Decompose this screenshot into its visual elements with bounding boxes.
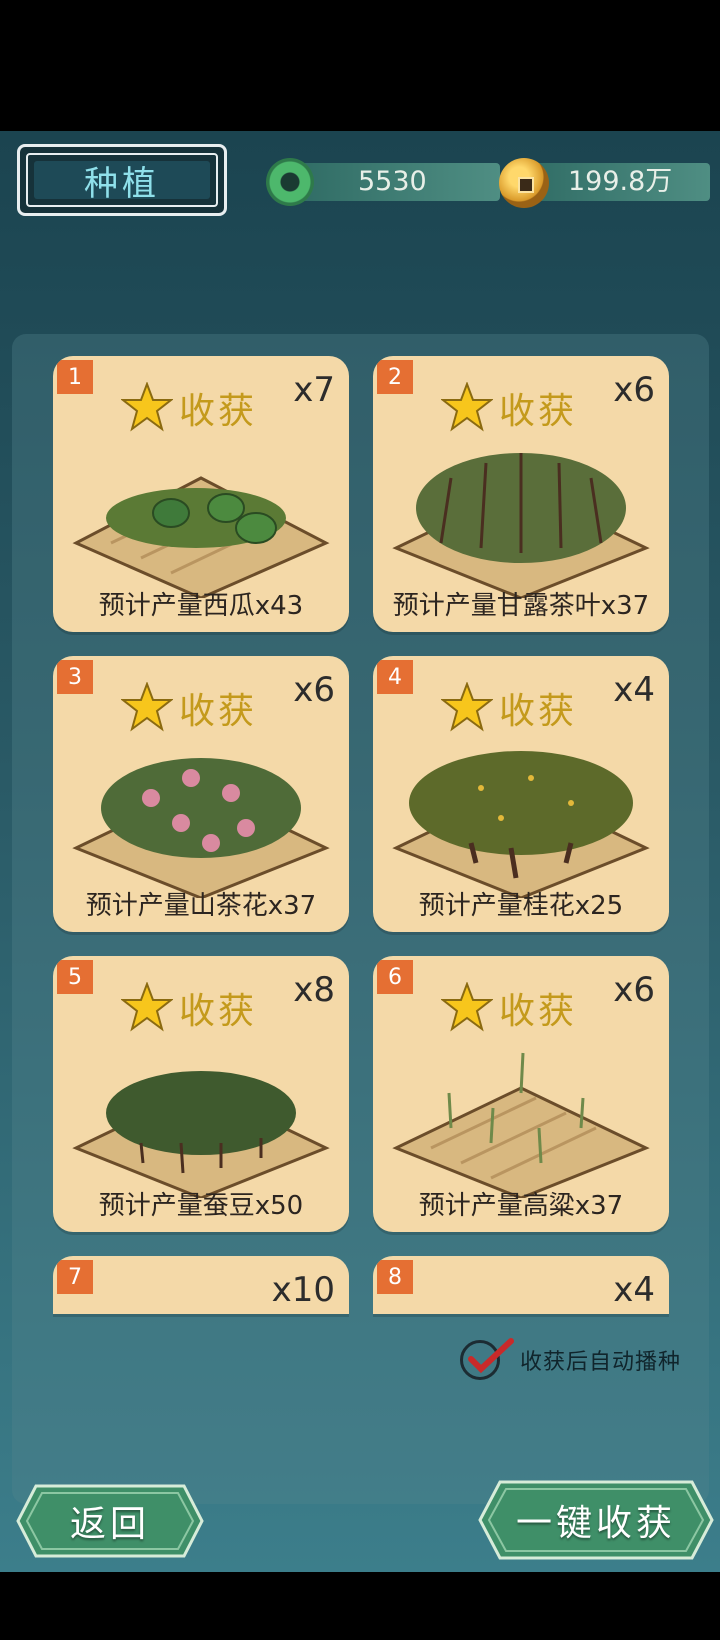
plot-count: x6 xyxy=(293,670,335,710)
plot-card-3[interactable]: 3 收获 x6 预计产量山茶花x37 xyxy=(53,656,349,932)
yield-text: 预计产量蚕豆x50 xyxy=(98,1191,304,1221)
plot-count: x8 xyxy=(293,970,335,1010)
coin-icon xyxy=(499,158,549,208)
plot-index-badge: 4 xyxy=(377,660,413,694)
yield-text: 预计产量桂花x25 xyxy=(418,891,624,921)
harvest-label: 收获 xyxy=(179,391,258,432)
back-button-label: 返回 xyxy=(69,1504,150,1545)
jade-amount: 5530 xyxy=(358,166,427,197)
plot-index-badge: 1 xyxy=(57,360,93,394)
plot-index-badge: 7 xyxy=(57,1260,93,1294)
harvest-label: 收获 xyxy=(499,391,578,432)
auto-sow-checkbox[interactable] xyxy=(460,1338,514,1380)
plot-card-6[interactable]: 6 收获 x6 预计产量高粱x37 xyxy=(373,956,669,1232)
yield-text: 预计产量甘露茶叶x37 xyxy=(392,591,650,621)
plot-index-badge: 8 xyxy=(377,1260,413,1294)
plot-card-4[interactable]: 4 收获 x4 预计产量桂花x25 xyxy=(373,656,669,932)
osmanthus-plot-icon xyxy=(392,751,650,898)
plot-count: x10 xyxy=(271,1270,335,1310)
back-button[interactable]: 返回 xyxy=(16,1484,204,1558)
yield-text: 预计产量西瓜x43 xyxy=(98,591,304,621)
plot-card-1[interactable]: 1 收获 x7 预计产量西瓜x43 xyxy=(53,356,349,632)
broad-bean-plot-icon xyxy=(72,1071,330,1198)
star-icon xyxy=(441,682,493,732)
harvest-label: 收获 xyxy=(179,991,258,1032)
checkmark-icon xyxy=(468,1338,514,1374)
plot-card-5[interactable]: 5 收获 x8 预计产量蚕豆x50 xyxy=(53,956,349,1232)
plot-count: x6 xyxy=(613,970,655,1010)
tea-plot-icon xyxy=(392,453,650,598)
plot-card-7[interactable]: 7 x10 xyxy=(53,1256,349,1314)
harvest-label: 收获 xyxy=(179,691,258,732)
star-icon xyxy=(121,682,173,732)
star-icon xyxy=(121,382,173,432)
yield-text: 预计产量山茶花x37 xyxy=(85,891,317,921)
star-icon xyxy=(441,382,493,432)
watermelon-plot-icon xyxy=(72,476,330,598)
coin-amount: 199.8万 xyxy=(568,166,673,197)
game-screen: 种植 5530 199.8万 1 收获 x7 预计产量西瓜x43 2 收获 x6… xyxy=(0,131,720,1572)
jade-icon xyxy=(266,158,314,206)
sorghum-plot-icon xyxy=(392,1052,650,1198)
harvest-all-button[interactable]: 一键收获 xyxy=(478,1480,714,1560)
plot-index-badge: 6 xyxy=(377,960,413,994)
harvest-label: 收获 xyxy=(499,691,578,732)
harvest-all-button-label: 一键收获 xyxy=(515,1503,676,1544)
jade-currency-bar: 5530 xyxy=(290,163,500,201)
plot-card-8[interactable]: 8 x4 xyxy=(373,1256,669,1314)
plot-count: x4 xyxy=(613,1270,655,1310)
plot-index-badge: 2 xyxy=(377,360,413,394)
plot-count: x7 xyxy=(293,370,335,410)
harvest-label: 收获 xyxy=(499,991,578,1032)
title-frame: 种植 xyxy=(17,144,227,216)
top-bar: 种植 5530 199.8万 xyxy=(0,131,720,231)
plot-count: x4 xyxy=(613,670,655,710)
star-icon xyxy=(121,982,173,1032)
page-title: 种植 xyxy=(34,161,210,204)
yield-text: 预计产量高粱x37 xyxy=(418,1191,624,1221)
plot-card-2[interactable]: 2 收获 x6 预计产量甘露茶叶x37 xyxy=(373,356,669,632)
star-icon xyxy=(441,982,493,1032)
auto-sow-label: 收获后自动播种 xyxy=(520,1350,682,1375)
plot-count: x6 xyxy=(613,370,655,410)
plot-index-badge: 3 xyxy=(57,660,93,694)
plot-index-badge: 5 xyxy=(57,960,93,994)
camellia-plot-icon xyxy=(72,758,330,898)
